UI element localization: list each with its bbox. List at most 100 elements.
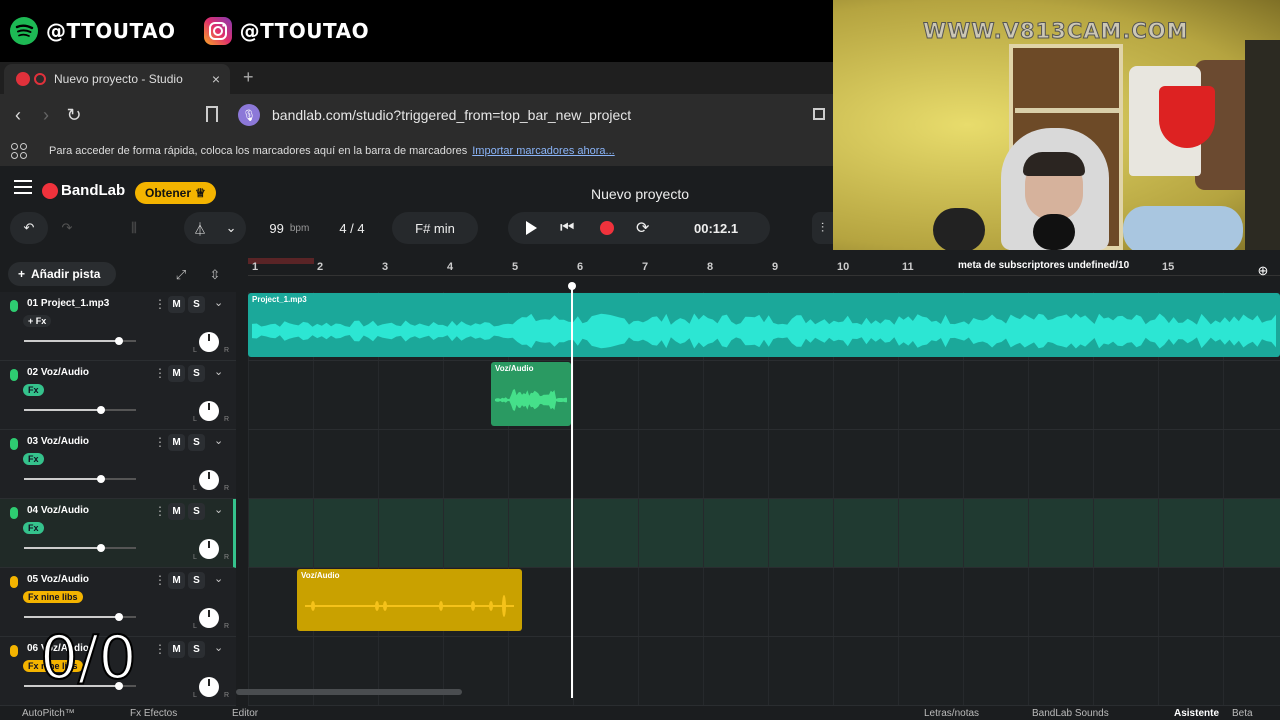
fx-badge[interactable]: Fx	[23, 384, 44, 396]
record-button[interactable]	[600, 221, 614, 235]
playhead[interactable]	[568, 282, 576, 698]
assistant-tab[interactable]: Asistente	[1174, 708, 1219, 719]
track-lane[interactable]	[248, 499, 1280, 568]
horizontal-scrollbar[interactable]	[236, 689, 462, 695]
audio-clip[interactable]: Voz/Audio	[491, 362, 571, 426]
bookmark-icon[interactable]	[206, 106, 218, 122]
url-text[interactable]: bandlab.com/studio?triggered_from=top_ba…	[272, 107, 631, 123]
zoom-in-icon[interactable]: ⊕	[1252, 260, 1274, 282]
chevron-down-icon[interactable]: ⌄	[214, 641, 223, 654]
solo-button[interactable]: S	[188, 434, 205, 451]
time-signature[interactable]: 4 / 4	[339, 221, 364, 236]
track-name[interactable]: 02 Voz/Audio	[27, 367, 89, 378]
track-menu-icon[interactable]: ⋮	[154, 366, 166, 380]
track-menu-icon[interactable]: ⋮	[154, 297, 166, 311]
solo-button[interactable]: S	[188, 503, 205, 520]
tab-close-icon[interactable]: ×	[212, 71, 220, 87]
fx-badge[interactable]: Fx nine libs	[23, 591, 83, 603]
track-lane[interactable]	[248, 637, 1280, 706]
track-name[interactable]: 01 Project_1.mp3	[27, 298, 109, 309]
reload-icon[interactable]: ↻	[60, 105, 88, 126]
solo-button[interactable]: S	[188, 641, 205, 658]
add-track-button[interactable]: + Añadir pista	[8, 262, 116, 286]
audio-clip[interactable]: Project_1.mp3	[248, 293, 1280, 357]
track-name[interactable]: 04 Voz/Audio	[27, 505, 89, 516]
volume-thumb[interactable]	[115, 613, 124, 621]
track-menu-icon[interactable]: ⋮	[154, 504, 166, 518]
fx-badge[interactable]: + Fx	[23, 315, 52, 327]
new-tab-button[interactable]: +	[243, 67, 254, 88]
loop-button[interactable]: ⟳	[636, 218, 649, 238]
chevron-down-icon[interactable]: ⌄	[214, 296, 223, 309]
redo-button[interactable]: ↷	[50, 212, 84, 244]
volume-thumb[interactable]	[97, 475, 106, 483]
volume-slider[interactable]	[24, 337, 136, 345]
metronome-button[interactable]: ⏃ ⌄	[184, 212, 246, 244]
rewind-button[interactable]: ⏮	[560, 219, 574, 237]
volume-slider[interactable]	[24, 475, 136, 483]
track-header[interactable]: 03 Voz/Audio Fx ⋮ M S ⌄ L R	[0, 430, 236, 499]
effects-tab[interactable]: Fx Efectos	[130, 708, 177, 719]
mute-button[interactable]: M	[168, 365, 185, 382]
lyrics-tab[interactable]: Letras/notas	[924, 708, 979, 719]
chevron-down-icon[interactable]: ⌄	[214, 503, 223, 516]
track-lane[interactable]	[248, 430, 1280, 499]
fx-badge[interactable]: Fx	[23, 522, 44, 534]
volume-thumb[interactable]	[97, 544, 106, 552]
skip-back-icon: ⏮	[560, 219, 575, 236]
import-bookmarks-link[interactable]: Importar marcadores ahora...	[472, 145, 614, 157]
volume-thumb[interactable]	[97, 406, 106, 414]
mute-button[interactable]: M	[168, 572, 185, 589]
track-header[interactable]: 01 Project_1.mp3 + Fx ⋮ M S ⌄ L R	[0, 292, 236, 361]
chevron-down-icon[interactable]: ⌄	[214, 434, 223, 447]
tempo-display[interactable]: 99 bpm 4 / 4	[252, 212, 382, 244]
track-menu-icon[interactable]: ⋮	[154, 642, 166, 656]
volume-slider[interactable]	[24, 613, 136, 621]
track-lane[interactable]	[248, 361, 1280, 430]
solo-button[interactable]: S	[188, 365, 205, 382]
track-name[interactable]: 05 Voz/Audio	[27, 574, 89, 585]
track-menu-icon[interactable]: ⋮	[154, 435, 166, 449]
site-permissions-icon[interactable]: 🎙	[238, 104, 260, 126]
track-menu-icon[interactable]: ⋮	[154, 573, 166, 587]
time-display: 00:12.1	[694, 220, 739, 236]
play-button[interactable]	[526, 221, 537, 235]
back-icon[interactable]: ‹	[4, 105, 32, 126]
solo-button[interactable]: S	[188, 296, 205, 313]
chevron-down-icon[interactable]: ⌄	[214, 365, 223, 378]
mute-button[interactable]: M	[168, 503, 185, 520]
editor-tab[interactable]: Editor	[232, 708, 258, 719]
undo-button[interactable]: ↶	[10, 212, 48, 244]
track-name[interactable]: 03 Voz/Audio	[27, 436, 89, 447]
apps-icon[interactable]	[11, 143, 27, 159]
forward-icon[interactable]: ›	[32, 105, 60, 126]
arrangement-lanes[interactable]: Project_1.mp3 Voz/Audio Voz/Audio	[248, 292, 1280, 706]
autopitch-tab[interactable]: AutoPitch™	[22, 708, 75, 719]
solo-button[interactable]: S	[188, 572, 205, 589]
chevron-down-icon[interactable]: ⌄	[214, 572, 223, 585]
audio-clip[interactable]: Voz/Audio	[297, 569, 522, 631]
mute-button[interactable]: M	[168, 434, 185, 451]
volume-thumb[interactable]	[115, 337, 124, 345]
project-title[interactable]: Nuevo proyecto	[540, 186, 740, 202]
key-selector[interactable]: F# min	[392, 212, 478, 244]
mute-button[interactable]: M	[168, 641, 185, 658]
sounds-tab[interactable]: BandLab Sounds	[1032, 708, 1109, 719]
volume-slider[interactable]	[24, 544, 136, 552]
reader-mode-icon[interactable]	[813, 108, 825, 120]
mute-button[interactable]: M	[168, 296, 185, 313]
mixer-button[interactable]: ⫼	[118, 212, 150, 244]
track-header[interactable]: 02 Voz/Audio Fx ⋮ M S ⌄ L R	[0, 361, 236, 430]
automation-icon[interactable]: ⤢	[170, 264, 192, 286]
fx-badge[interactable]: Fx	[23, 453, 44, 465]
settings-button[interactable]: ⫶	[812, 212, 833, 244]
obtener-button[interactable]: Obtener ♕	[135, 182, 216, 204]
volume-slider[interactable]	[24, 406, 136, 414]
jersey-image	[1159, 86, 1215, 148]
menu-icon[interactable]	[14, 186, 32, 188]
browser-tab[interactable]: Nuevo proyecto - Studio ×	[4, 64, 230, 94]
bandlab-logo[interactable]: BandLab	[42, 182, 125, 199]
address-bar[interactable]: 🎙 bandlab.com/studio?triggered_from=top_…	[232, 98, 833, 132]
fit-tracks-icon[interactable]: ⇳	[204, 264, 226, 286]
track-header[interactable]: 04 Voz/Audio Fx ⋮ M S ⌄ L R	[0, 499, 236, 568]
